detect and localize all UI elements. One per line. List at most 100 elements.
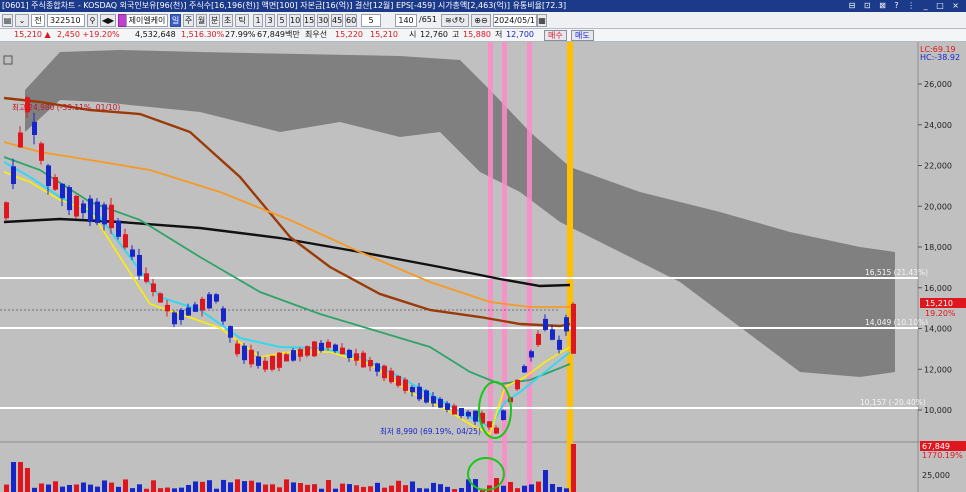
volume-bar bbox=[249, 480, 254, 492]
candle-body bbox=[221, 308, 226, 322]
candle-body bbox=[81, 203, 86, 214]
interval-5[interactable]: 5 bbox=[277, 14, 287, 27]
candle-body bbox=[403, 379, 408, 391]
interval-1[interactable]: 1 bbox=[253, 14, 263, 27]
count-select[interactable]: 5 bbox=[361, 14, 381, 27]
volume: 4,532,648 bbox=[135, 30, 176, 39]
volume-bar bbox=[158, 488, 163, 492]
chart-window: [0601] 주식종합차트 - KOSDAQ 외국인보유[96(천)] 주식수[… bbox=[0, 0, 966, 492]
interval-30[interactable]: 30 bbox=[317, 14, 329, 27]
menu-icon[interactable]: ▤ bbox=[2, 14, 13, 27]
tab-period-second[interactable]: 초 bbox=[222, 14, 233, 27]
volume-bar bbox=[221, 479, 226, 492]
volume-bar bbox=[347, 484, 352, 492]
date-input[interactable]: 2024/05/17 bbox=[493, 14, 537, 27]
chart-canvas[interactable]: 최고 24,980 (-39.11%, 01/10) 최저 8,990 (69.… bbox=[0, 42, 966, 492]
volume-bar bbox=[424, 488, 429, 492]
high-price: 15,880 bbox=[463, 30, 491, 39]
tab-period-week[interactable]: 주 bbox=[183, 14, 194, 27]
candle-body bbox=[18, 132, 23, 148]
volume-bar bbox=[151, 480, 156, 492]
current-price-label: 15,210 bbox=[925, 299, 953, 308]
tab-period-month[interactable]: 월 bbox=[196, 14, 207, 27]
high-label: 고 bbox=[452, 30, 460, 39]
volume-bar bbox=[298, 483, 303, 492]
y-tick-label: 12,000 bbox=[924, 365, 952, 374]
volume-bar bbox=[305, 484, 310, 492]
candle-body bbox=[74, 195, 79, 217]
best-label: 최우선 bbox=[305, 30, 328, 39]
zoom-icons[interactable]: ⊕⊖ bbox=[471, 14, 491, 27]
candle-body bbox=[263, 360, 268, 370]
candle-body bbox=[340, 347, 345, 355]
interval-3[interactable]: 3 bbox=[265, 14, 275, 27]
buy-button[interactable]: 매수 bbox=[544, 30, 567, 41]
candle-body bbox=[550, 329, 555, 340]
sell-button[interactable]: 매도 bbox=[571, 30, 594, 41]
candle-body bbox=[277, 352, 282, 368]
candle-body bbox=[214, 294, 219, 302]
tab-period-day[interactable]: 일 bbox=[170, 14, 181, 27]
best-ask: 15,220 bbox=[335, 30, 363, 39]
volume-ratio: 1,516.30% bbox=[181, 30, 225, 39]
volume-bar bbox=[361, 486, 366, 492]
stock-code-input[interactable]: 322510 bbox=[47, 14, 85, 27]
interval-15[interactable]: 15 bbox=[303, 14, 315, 27]
candle-body bbox=[375, 363, 380, 372]
candle-body bbox=[284, 354, 289, 362]
calendar-icon[interactable]: ▦ bbox=[537, 14, 547, 27]
volume-bar bbox=[417, 488, 422, 492]
candle-body bbox=[172, 312, 177, 325]
prev-next-arrows[interactable]: ◀▶ bbox=[100, 14, 116, 27]
volume-bar bbox=[88, 484, 93, 492]
total-count: /651 bbox=[419, 15, 437, 24]
y-tick-label: 24,000 bbox=[924, 121, 952, 130]
tool-icons[interactable]: ≋↺↻ bbox=[441, 14, 469, 27]
volume-bar bbox=[207, 480, 212, 492]
candle-body bbox=[305, 346, 310, 356]
volume-bar bbox=[375, 482, 380, 492]
price-chart[interactable]: 최고 24,980 (-39.11%, 01/10) 최저 8,990 (69.… bbox=[0, 42, 966, 492]
candle-body bbox=[361, 352, 366, 368]
interval-60[interactable]: 60 bbox=[345, 14, 357, 27]
market-select[interactable]: ⌄ bbox=[15, 14, 29, 27]
candle-body bbox=[137, 254, 142, 276]
volume-bar bbox=[4, 484, 9, 492]
volume-bar bbox=[550, 484, 555, 492]
volume-bar bbox=[291, 482, 296, 492]
candle-body bbox=[179, 309, 184, 321]
volume-bar bbox=[186, 484, 191, 492]
high-annotation: 최고 24,980 (-39.11%, 01/10) bbox=[12, 102, 120, 112]
candle-body bbox=[522, 366, 527, 373]
volume-bar bbox=[564, 488, 569, 492]
volume-bar bbox=[123, 479, 128, 492]
volume-bar bbox=[340, 483, 345, 492]
interval-45[interactable]: 45 bbox=[331, 14, 343, 27]
candle-body bbox=[382, 365, 387, 379]
candle-body bbox=[116, 220, 121, 237]
candle-body bbox=[417, 386, 422, 400]
candle-body bbox=[249, 349, 254, 365]
tab-period-tick[interactable]: 틱 bbox=[235, 14, 249, 27]
search-icon[interactable]: ⚲ bbox=[87, 14, 98, 27]
volume-bar bbox=[270, 484, 275, 492]
candle-body bbox=[347, 349, 352, 359]
tab-period-minute[interactable]: 분 bbox=[209, 14, 220, 27]
volume-bar bbox=[200, 481, 205, 492]
volume-bar bbox=[396, 480, 401, 492]
window-controls[interactable]: ⊟ ⊡ ⊠ ? ⋮ _ □ × bbox=[849, 0, 962, 12]
candle-body bbox=[207, 294, 212, 309]
volume-bar bbox=[228, 482, 233, 492]
candle-body bbox=[291, 350, 296, 361]
volume-bar bbox=[193, 481, 198, 492]
candle-body bbox=[53, 177, 58, 190]
interval-10[interactable]: 10 bbox=[289, 14, 301, 27]
candle-body bbox=[529, 351, 534, 358]
candle-body bbox=[557, 339, 562, 350]
current-price: 15,210 ▲ bbox=[14, 30, 51, 39]
count-input[interactable]: 140 bbox=[395, 14, 417, 27]
candle-body bbox=[193, 304, 198, 312]
candle-body bbox=[67, 187, 72, 211]
volume-bar bbox=[74, 484, 79, 492]
candle-body bbox=[11, 166, 16, 184]
